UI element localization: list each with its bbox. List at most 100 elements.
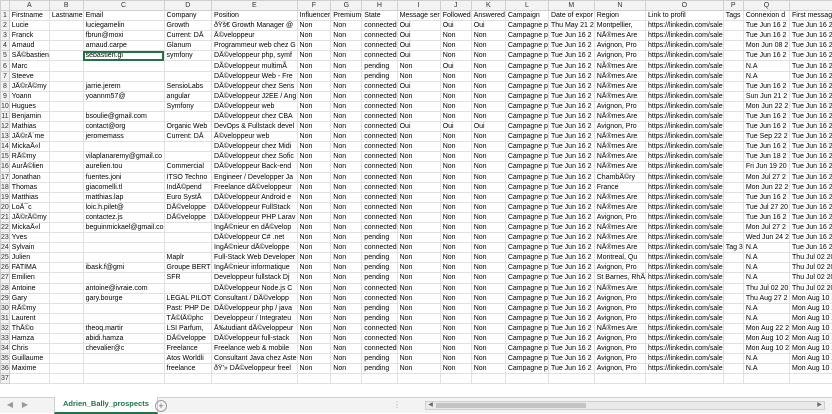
- cell[interactable]: LSI Parfum,: [164, 323, 211, 333]
- cell[interactable]: Non: [471, 293, 505, 303]
- cell[interactable]: Non: [440, 354, 471, 364]
- cell[interactable]: Non: [471, 152, 505, 162]
- cell[interactable]: Non: [397, 152, 440, 162]
- cell[interactable]: matthias.lap: [83, 192, 164, 202]
- cell[interactable]: Campagne p: [505, 202, 548, 212]
- cell[interactable]: Non: [297, 233, 331, 243]
- cell[interactable]: [723, 91, 743, 101]
- cell[interactable]: [164, 111, 211, 121]
- cell[interactable]: [49, 303, 83, 313]
- cell[interactable]: Non: [297, 253, 331, 263]
- cell[interactable]: Campagne p: [505, 323, 548, 333]
- cell[interactable]: Commercial: [164, 162, 211, 172]
- cell[interactable]: Tue Jun 16 2: [743, 51, 789, 61]
- scrollbar-thumb[interactable]: [436, 403, 586, 408]
- cell[interactable]: DÃ©veloppeur chez Sens: [212, 81, 298, 91]
- cell[interactable]: pending: [362, 273, 397, 283]
- cell[interactable]: Non: [471, 313, 505, 323]
- cell[interactable]: [723, 41, 743, 51]
- cell[interactable]: Campagne p: [505, 101, 548, 111]
- cell[interactable]: Avignon, Pro: [594, 51, 645, 61]
- cell[interactable]: Non: [331, 323, 362, 333]
- cell[interactable]: Tue Jun 16 2020 09:17:44: [790, 152, 832, 162]
- cell[interactable]: Ã‰tudiant dÃ©veloppeur: [212, 323, 298, 333]
- sheet-tab[interactable]: Adrien_Bally_prospects: [54, 397, 158, 414]
- row-header[interactable]: 32: [1, 323, 10, 333]
- cell[interactable]: Campagne p: [505, 81, 548, 91]
- cell[interactable]: Tue Jun 16 2: [548, 31, 594, 41]
- cell[interactable]: beguinmickael@gmail.co: [83, 222, 164, 232]
- cell[interactable]: [83, 374, 164, 384]
- cell[interactable]: [49, 354, 83, 364]
- cell[interactable]: [49, 253, 83, 263]
- cell[interactable]: Non: [471, 243, 505, 253]
- cell[interactable]: Non: [397, 273, 440, 283]
- cell[interactable]: NÃ®mes Are: [594, 233, 645, 243]
- cell[interactable]: Non: [471, 222, 505, 232]
- cell[interactable]: [49, 132, 83, 142]
- cell[interactable]: bsoulie@gmail.com: [83, 111, 164, 121]
- cell[interactable]: Non: [440, 283, 471, 293]
- cell[interactable]: Non: [471, 172, 505, 182]
- cell[interactable]: Non: [297, 323, 331, 333]
- cell[interactable]: Tue Jun 16 2: [548, 263, 594, 273]
- cell[interactable]: connected: [362, 31, 397, 41]
- cell[interactable]: https://linkedin.com/sale: [646, 354, 724, 364]
- column-header-k[interactable]: K: [471, 1, 505, 11]
- cell[interactable]: [723, 364, 743, 374]
- cell[interactable]: Avignon, Pro: [594, 344, 645, 354]
- cell[interactable]: Tue Jun 16 2020 09:05:09: [790, 101, 832, 111]
- cell[interactable]: [83, 101, 164, 111]
- cell[interactable]: connected: [362, 222, 397, 232]
- cell[interactable]: Tue Jun 16 2: [548, 222, 594, 232]
- cell[interactable]: DÃ©veloppeur web: [212, 101, 298, 111]
- cell[interactable]: [723, 222, 743, 232]
- cell[interactable]: Tue Jun 16 2: [548, 111, 594, 121]
- cell[interactable]: aurelien.tou: [83, 162, 164, 172]
- cell[interactable]: Non: [440, 323, 471, 333]
- cell[interactable]: Organic Web: [164, 122, 211, 132]
- cell[interactable]: IndÃ©pend: [164, 182, 211, 192]
- cell[interactable]: Mon Aug 10 2: [790, 293, 832, 303]
- cell[interactable]: Tue Jun 16 2: [790, 202, 832, 212]
- cell[interactable]: Non: [297, 364, 331, 374]
- cell[interactable]: Non: [440, 101, 471, 111]
- cell[interactable]: Tue Jun 16 2: [790, 222, 832, 232]
- cell[interactable]: [49, 21, 83, 31]
- cell[interactable]: Non: [297, 202, 331, 212]
- cell[interactable]: connected: [362, 101, 397, 111]
- cell[interactable]: chevalier@c: [83, 344, 164, 354]
- cell[interactable]: Tue Jun 16 2: [548, 364, 594, 374]
- cell[interactable]: Non: [397, 293, 440, 303]
- cell[interactable]: DÃ©veloppeur Web - Fre: [212, 71, 298, 81]
- cell[interactable]: NÃ®mes Are: [594, 243, 645, 253]
- row-header[interactable]: 28: [1, 283, 10, 293]
- cell[interactable]: Non: [440, 243, 471, 253]
- cell[interactable]: First messag: [790, 11, 832, 21]
- cell[interactable]: Non: [397, 162, 440, 172]
- cell[interactable]: Thu Jul 02 2020 12:43:14 G: [790, 263, 832, 273]
- cell[interactable]: [83, 313, 164, 323]
- cell[interactable]: [49, 313, 83, 323]
- cell[interactable]: Non: [440, 182, 471, 192]
- cell[interactable]: JÃ©rÃ©my: [9, 81, 49, 91]
- column-header-h[interactable]: H: [362, 1, 397, 11]
- cell[interactable]: Non: [471, 202, 505, 212]
- cell[interactable]: N.A: [743, 253, 789, 263]
- cell[interactable]: Tue Jun 16 2: [743, 212, 789, 222]
- cell[interactable]: connected: [362, 182, 397, 192]
- cell[interactable]: https://linkedin.com/sale: [646, 31, 724, 41]
- cell[interactable]: Non: [297, 303, 331, 313]
- cell[interactable]: N.A: [743, 303, 789, 313]
- cell[interactable]: https://linkedin.com/sale: [646, 253, 724, 263]
- cell[interactable]: [49, 283, 83, 293]
- cell[interactable]: connected: [362, 132, 397, 142]
- row-header[interactable]: 25: [1, 253, 10, 263]
- cell[interactable]: connected: [362, 122, 397, 132]
- cell[interactable]: [83, 364, 164, 374]
- cell[interactable]: antoine@ivraie.com: [83, 283, 164, 293]
- cell[interactable]: Freelance web & mobile: [212, 344, 298, 354]
- cell[interactable]: Non: [297, 172, 331, 182]
- cell[interactable]: Avignon, Pro: [594, 364, 645, 374]
- cell[interactable]: symfony: [164, 51, 211, 61]
